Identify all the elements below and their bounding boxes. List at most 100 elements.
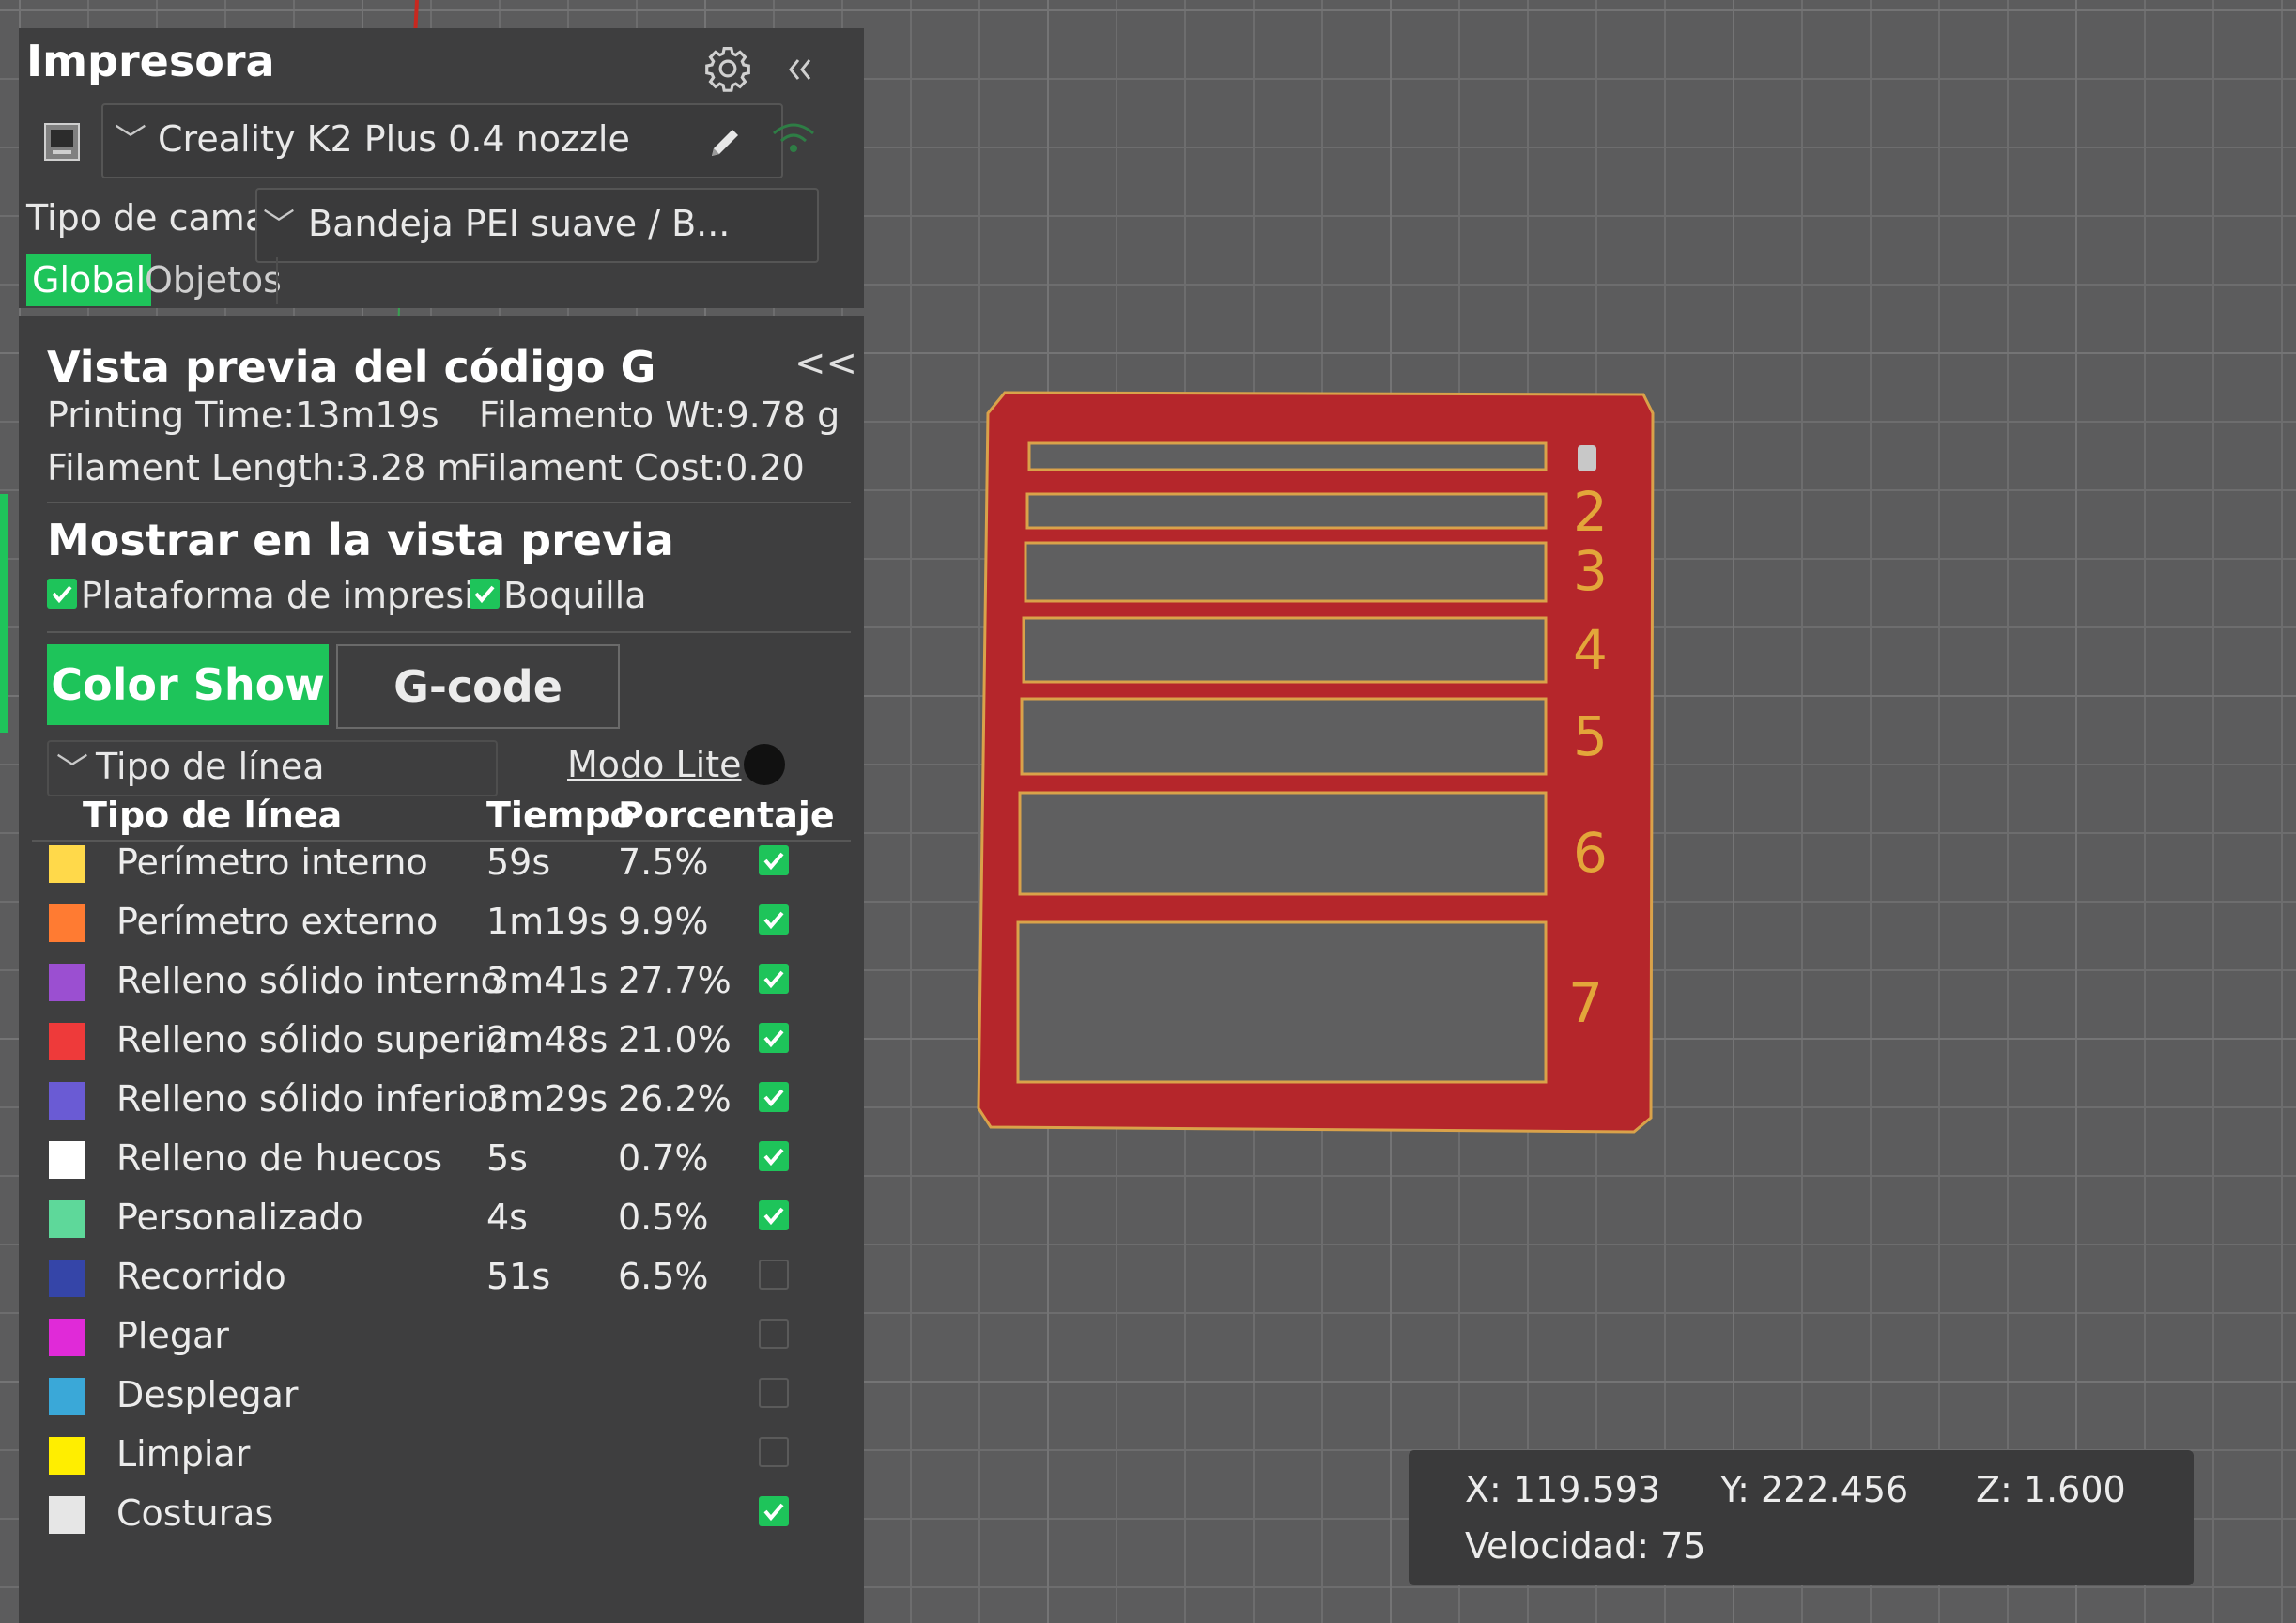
line-type-label: Relleno sólido interno <box>116 960 502 1001</box>
svg-text:4: 4 <box>1573 618 1608 682</box>
line-type-percent: 26.2% <box>618 1078 732 1120</box>
line-type-percent: 0.5% <box>618 1197 709 1238</box>
speed: Velocidad: 75 <box>1465 1525 1706 1567</box>
line-type-percent: 7.5% <box>618 842 709 883</box>
color-swatch <box>49 845 85 883</box>
line-type-label: Limpiar <box>116 1433 251 1475</box>
color-swatch <box>49 1082 85 1120</box>
color-swatch <box>49 964 85 1001</box>
svg-text:3: 3 <box>1573 539 1608 603</box>
nozzle-checkbox[interactable] <box>470 579 500 609</box>
bed-type-select[interactable]: ﹀ Bandeja PEI suave / B... <box>255 188 819 263</box>
line-type-time: 51s <box>486 1256 551 1297</box>
line-type-time: 5s <box>486 1137 528 1179</box>
tab-global[interactable]: Global <box>26 254 152 306</box>
color-swatch <box>49 904 85 942</box>
line-type-percent: 21.0% <box>618 1019 732 1060</box>
filament-weight: Filamento Wt:9.78 g <box>479 394 840 436</box>
line-type-percent: 27.7% <box>618 960 732 1001</box>
line-type-label: Relleno sólido inferior <box>116 1078 504 1120</box>
lite-mode-toggle[interactable] <box>744 744 785 785</box>
line-type-time: 3m29s <box>486 1078 609 1120</box>
visibility-checkbox[interactable] <box>759 1437 789 1467</box>
collapse-preview-icon[interactable]: << <box>794 342 857 385</box>
visibility-checkbox[interactable] <box>759 1023 789 1053</box>
edit-pencil-icon[interactable] <box>704 122 746 163</box>
color-swatch <box>49 1319 85 1356</box>
visibility-checkbox[interactable] <box>759 1082 789 1112</box>
filament-length: Filament Length:3.28 m <box>47 447 472 488</box>
line-type-label: Perímetro interno <box>116 842 428 883</box>
chevron-down-icon: ﹀ <box>56 751 88 789</box>
visibility-checkbox[interactable] <box>759 1496 789 1526</box>
wifi-icon <box>773 123 814 152</box>
divider <box>47 502 851 503</box>
color-swatch <box>49 1496 85 1534</box>
build-plate-label: Plataforma de impresió <box>81 575 496 616</box>
settings-gear-icon[interactable] <box>702 43 753 94</box>
printer-name: Creality K2 Plus 0.4 nozzle <box>158 118 630 160</box>
coord-z: Z: 1.600 <box>1976 1469 2126 1510</box>
line-type-label: Plegar <box>116 1315 229 1356</box>
line-type-time: 3m41s <box>486 960 609 1001</box>
coord-y: Y: 222.456 <box>1720 1469 1909 1510</box>
line-type-label: Personalizado <box>116 1197 363 1238</box>
bed-type-label: Tipo de cama <box>26 197 268 239</box>
color-swatch <box>49 1200 85 1238</box>
coord-x: X: 119.593 <box>1465 1469 1661 1510</box>
model-preview[interactable]: 2 3 4 5 6 7 <box>967 376 1681 1146</box>
line-type-select[interactable]: ﹀ Tipo de línea <box>47 740 498 796</box>
show-in-preview-title: Mostrar en la vista previa <box>47 515 674 565</box>
line-type-percent: 6.5% <box>618 1256 709 1297</box>
tab-objects[interactable]: Objetos <box>145 254 282 306</box>
visibility-checkbox[interactable] <box>759 1378 789 1408</box>
nozzle-label: Boquilla <box>503 575 647 616</box>
line-type-time: 59s <box>486 842 551 883</box>
divider <box>47 631 851 633</box>
visibility-checkbox[interactable] <box>759 1319 789 1349</box>
printer-icon <box>44 123 80 161</box>
visibility-checkbox[interactable] <box>759 904 789 935</box>
visibility-checkbox[interactable] <box>759 964 789 994</box>
line-type-percent: 0.7% <box>618 1137 709 1179</box>
header-line-type: Tipo de línea <box>83 795 343 836</box>
printing-time: Printing Time:13m19s <box>47 394 439 436</box>
color-swatch <box>49 1141 85 1179</box>
visibility-checkbox[interactable] <box>759 1141 789 1171</box>
header-time: Tiempo <box>486 795 635 836</box>
line-type-label: Relleno sólido superior <box>116 1019 523 1060</box>
printer-title: Impresora <box>26 36 275 86</box>
color-swatch <box>49 1023 85 1060</box>
build-plate-checkbox[interactable] <box>47 579 77 609</box>
line-type-label: Perímetro externo <box>116 901 439 942</box>
color-swatch <box>49 1378 85 1415</box>
coordinates-panel: X: 119.593 Y: 222.456 Z: 1.600 Velocidad… <box>1409 1450 2194 1585</box>
svg-text:2: 2 <box>1573 480 1608 544</box>
svg-text:5: 5 <box>1573 704 1608 768</box>
printer-select[interactable]: ﹀ Creality K2 Plus 0.4 nozzle <box>101 103 783 178</box>
line-type-label: Costuras <box>116 1492 274 1534</box>
preview-title: Vista previa del código G <box>47 342 656 393</box>
header-percent: Porcentaje <box>618 795 835 836</box>
printer-panel: Impresora ﹀ Creality K2 Plus 0.4 nozzle … <box>19 28 864 308</box>
color-show-button[interactable]: Color Show <box>47 644 329 725</box>
gcode-button[interactable]: G-code <box>336 644 620 729</box>
visibility-checkbox[interactable] <box>759 1260 789 1290</box>
line-type-label: Desplegar <box>116 1374 299 1415</box>
color-swatch <box>49 1437 85 1475</box>
active-indicator <box>0 494 8 733</box>
svg-text:6: 6 <box>1573 821 1608 885</box>
line-type-select-value: Tipo de línea <box>96 746 325 787</box>
tab-divider <box>276 257 278 304</box>
filament-cost: Filament Cost:0.20 <box>470 447 805 488</box>
line-type-time: 1m19s <box>486 901 609 942</box>
lite-mode-link[interactable]: Modo Lite <box>567 744 742 785</box>
visibility-checkbox[interactable] <box>759 845 789 875</box>
small-feature <box>1578 445 1596 471</box>
collapse-chevrons-icon[interactable] <box>787 56 815 83</box>
svg-text:7: 7 <box>1568 971 1603 1035</box>
chevron-down-icon: ﹀ <box>115 122 146 160</box>
bed-type-value: Bandeja PEI suave / B... <box>308 203 731 244</box>
visibility-checkbox[interactable] <box>759 1200 789 1230</box>
line-type-time: 4s <box>486 1197 528 1238</box>
